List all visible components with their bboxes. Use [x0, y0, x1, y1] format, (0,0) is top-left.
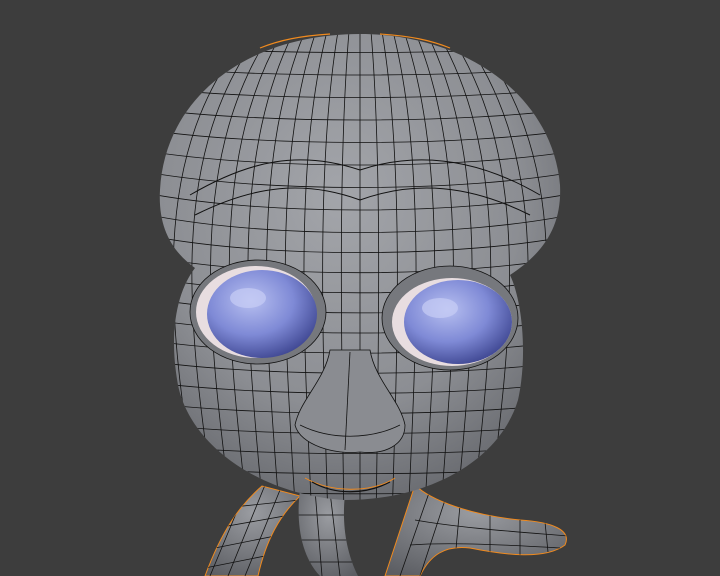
- viewport-canvas[interactable]: [0, 0, 720, 576]
- 3d-viewport[interactable]: [0, 0, 720, 576]
- right-eye[interactable]: [392, 278, 512, 366]
